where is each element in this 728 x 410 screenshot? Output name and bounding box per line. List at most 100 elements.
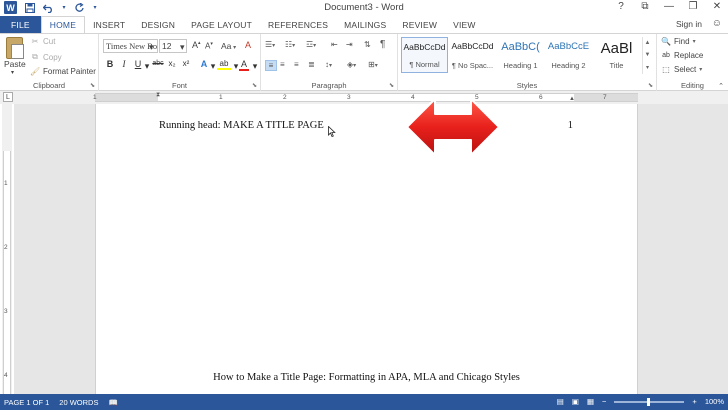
zoom-out-icon[interactable]: − <box>602 397 606 406</box>
font-color-dropdown-icon[interactable]: ▾ <box>250 61 260 72</box>
font-color-button[interactable]: A <box>239 59 249 71</box>
style-heading-1[interactable]: AaBbC( Heading 1 <box>497 37 544 73</box>
copy-button[interactable]: ⧉ Copy <box>30 52 62 62</box>
change-case-label: Aa <box>221 41 232 51</box>
chevron-down-icon[interactable]: ▼ <box>645 52 651 58</box>
style-no-spacing[interactable]: AaBbCcDd ¶ No Spac... <box>449 37 496 73</box>
replace-button[interactable]: ab Replace <box>661 51 703 60</box>
increase-indent-icon[interactable]: ⇥ <box>346 40 353 49</box>
style-name: Heading 2 <box>551 61 586 70</box>
paste-dropdown-icon[interactable]: ▾ <box>11 69 14 76</box>
tab-mailings[interactable]: MAILINGS <box>336 16 394 33</box>
paste-icon[interactable] <box>6 37 24 59</box>
page-count-status[interactable]: PAGE 1 OF 1 <box>4 398 49 407</box>
subscript-button[interactable]: x₂ <box>167 59 177 68</box>
search-icon: 🔍 <box>661 37 671 46</box>
style-heading-2[interactable]: AaBbCcE Heading 2 <box>545 37 592 73</box>
ruler-number: 2 <box>283 94 287 101</box>
line-spacing-icon[interactable]: ↕▾ <box>325 60 332 69</box>
borders-icon[interactable]: ⊞▾ <box>368 60 378 69</box>
close-icon[interactable]: ✕ <box>710 1 724 12</box>
highlight-button[interactable]: ab <box>217 59 231 70</box>
align-center-icon[interactable]: ≡ <box>280 60 285 69</box>
show-formatting-button[interactable]: ¶ <box>380 39 385 50</box>
clear-formatting-button[interactable]: A <box>245 40 251 50</box>
vertical-ruler-number: 3 <box>4 308 8 315</box>
help-icon[interactable]: ? <box>614 1 628 12</box>
right-indent-marker-icon[interactable]: ▲ <box>569 96 575 102</box>
collapse-ribbon-icon[interactable]: ⌃ <box>718 82 724 90</box>
bullets-icon[interactable]: ☰▾ <box>265 40 275 49</box>
numbering-icon[interactable]: ☷▾ <box>285 40 295 49</box>
tab-insert[interactable]: INSERT <box>85 16 133 33</box>
title-bar: W ▾ ▾ Document3 - Word ? ⧉ — ❐ ✕ <box>0 0 728 16</box>
shrink-font-button[interactable]: A▾ <box>205 41 213 51</box>
minimize-icon[interactable]: — <box>662 1 676 12</box>
tab-selector[interactable]: L <box>3 92 13 102</box>
page-number[interactable]: 1 <box>568 120 573 131</box>
grow-font-button[interactable]: A▴ <box>192 40 201 50</box>
align-left-icon[interactable]: ≡ <box>265 60 277 71</box>
italic-button[interactable]: I <box>119 59 129 69</box>
proofing-icon[interactable]: 📖 <box>108 398 117 407</box>
clipboard-launcher-icon[interactable]: ⬊ <box>90 82 95 89</box>
sort-icon[interactable]: ⇅ <box>364 40 371 49</box>
multilevel-list-icon[interactable]: ☲▾ <box>306 40 316 49</box>
style-normal[interactable]: AaBbCcDd ¶ Normal <box>401 37 448 73</box>
web-layout-icon[interactable]: ▦ <box>587 397 594 406</box>
change-case-button[interactable]: Aa ▾ <box>221 41 236 51</box>
tab-design[interactable]: DESIGN <box>133 16 183 33</box>
align-right-icon[interactable]: ≡ <box>294 60 299 69</box>
tab-home[interactable]: HOME <box>40 16 86 33</box>
sign-in-link[interactable]: Sign in <box>676 19 702 29</box>
vertical-ruler-number: 2 <box>4 244 8 251</box>
font-launcher-icon[interactable]: ⬊ <box>252 82 257 89</box>
vertical-ruler[interactable]: 1 2 3 4 <box>2 104 12 394</box>
restore-icon[interactable]: ❐ <box>686 1 700 12</box>
cut-button[interactable]: ✂ Cut <box>30 37 56 46</box>
bold-button[interactable]: B <box>105 59 115 69</box>
document-page[interactable]: Running head: MAKE A TITLE PAGE 1 How to… <box>95 104 638 394</box>
read-mode-icon[interactable]: ▤ <box>557 397 564 406</box>
find-button[interactable]: 🔍 Find ▾ <box>661 37 696 46</box>
ruler-number: 7 <box>603 94 607 101</box>
running-head-text[interactable]: Running head: MAKE A TITLE PAGE <box>159 120 324 131</box>
status-left: PAGE 1 OF 1 20 WORDS 📖 <box>4 398 118 407</box>
font-size-dropdown-icon[interactable]: ▾ <box>180 42 185 53</box>
ribbon-display-icon[interactable]: ⧉ <box>638 1 652 12</box>
feedback-smiley-icon[interactable]: ☺ <box>712 18 722 29</box>
zoom-in-icon[interactable]: + <box>692 397 696 406</box>
left-indent-marker-icon[interactable]: ⧗ <box>156 92 160 99</box>
shading-icon[interactable]: ◈▾ <box>347 60 356 69</box>
style-preview: AaBbC( <box>501 41 540 53</box>
format-painter-button[interactable]: 🖌 Format Painter <box>30 67 96 76</box>
tab-review[interactable]: REVIEW <box>394 16 445 33</box>
style-name: Heading 1 <box>503 61 538 70</box>
paste-button[interactable]: Paste <box>4 59 26 69</box>
chevron-up-icon[interactable]: ▲ <box>645 40 651 46</box>
font-group-label: Font <box>171 81 187 90</box>
zoom-level[interactable]: 100% <box>705 397 724 406</box>
select-button[interactable]: ⬚ Select ▾ <box>661 65 702 74</box>
superscript-button[interactable]: x² <box>181 59 191 68</box>
tab-file[interactable]: FILE <box>0 16 41 33</box>
justify-icon[interactable]: ≣ <box>308 60 315 69</box>
zoom-slider[interactable] <box>614 397 685 406</box>
document-title-text[interactable]: How to Make a Title Page: Formatting in … <box>96 372 637 383</box>
zoom-slider-thumb[interactable] <box>647 397 651 406</box>
horizontal-ruler[interactable]: 1 1 2 3 4 5 6 7 ⧗ ▲ <box>93 92 638 102</box>
print-layout-icon[interactable]: ▣ <box>572 397 579 406</box>
font-name-dropdown-icon[interactable]: ▾ <box>149 42 154 53</box>
styles-scroll[interactable]: ▲ ▼ ▾ <box>642 37 652 74</box>
find-label: Find <box>674 37 690 46</box>
strikethrough-button[interactable]: abc <box>151 60 165 67</box>
tab-page-layout[interactable]: PAGE LAYOUT <box>183 16 260 33</box>
word-count-status[interactable]: 20 WORDS <box>59 398 98 407</box>
decrease-indent-icon[interactable]: ⇤ <box>331 40 338 49</box>
style-title[interactable]: AaBl Title <box>593 37 640 73</box>
tab-references[interactable]: REFERENCES <box>260 16 336 33</box>
tab-view[interactable]: VIEW <box>445 16 484 33</box>
styles-launcher-icon[interactable]: ⬊ <box>648 82 653 89</box>
more-styles-icon[interactable]: ▾ <box>646 64 649 71</box>
paragraph-launcher-icon[interactable]: ⬊ <box>389 82 394 89</box>
